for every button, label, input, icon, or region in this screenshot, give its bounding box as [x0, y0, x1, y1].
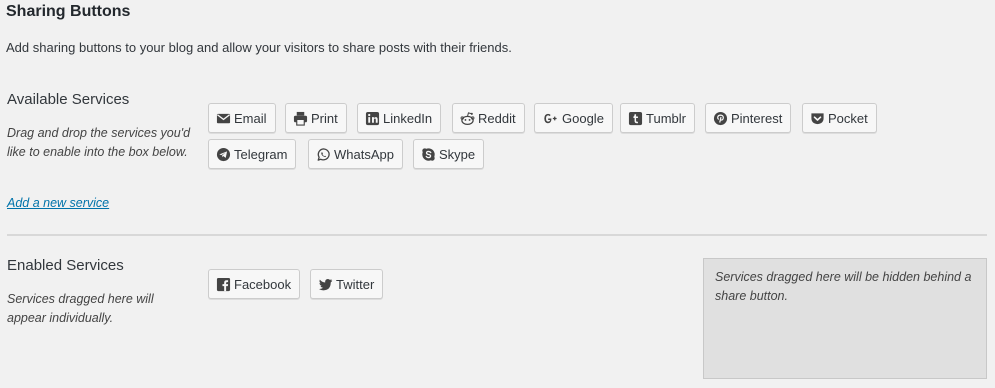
- service-twitter-button[interactable]: Twitter: [310, 269, 384, 299]
- service-label: Skype: [439, 146, 476, 162]
- service-reddit-button[interactable]: Reddit: [452, 103, 525, 133]
- service-label: LinkedIn: [383, 110, 433, 126]
- service-label: Reddit: [478, 110, 516, 126]
- service-label: Pinterest: [731, 110, 783, 126]
- hidden-services-dropzone[interactable]: Services dragged here will be hidden beh…: [703, 258, 987, 379]
- printer-icon: [293, 111, 308, 126]
- service-label: Tumblr: [646, 110, 686, 126]
- service-pocket-button[interactable]: Pocket: [802, 103, 877, 133]
- reddit-icon: [460, 111, 475, 126]
- add-new-service-link[interactable]: Add a new service: [7, 196, 109, 210]
- service-label: Google: [562, 110, 604, 126]
- whatsapp-icon: [316, 147, 331, 162]
- pinterest-icon: [713, 111, 728, 126]
- service-google-button[interactable]: Google: [534, 103, 613, 133]
- service-label: WhatsApp: [334, 146, 394, 162]
- linkedin-icon: [365, 111, 380, 126]
- service-skype-button[interactable]: Skype: [413, 139, 485, 169]
- service-label: Pocket: [828, 110, 868, 126]
- service-print-button[interactable]: Print: [285, 103, 347, 133]
- page-description: Add sharing buttons to your blog and all…: [6, 40, 512, 55]
- enabled-services-help: Services dragged here will appear indivi…: [7, 292, 154, 325]
- service-facebook-button[interactable]: Facebook: [208, 269, 301, 299]
- service-label: Twitter: [336, 276, 375, 292]
- available-services-help: Drag and drop the services you'd like to…: [7, 126, 191, 159]
- pocket-icon: [810, 111, 825, 126]
- page-title: Sharing Buttons: [6, 3, 131, 20]
- twitter-icon: [318, 277, 333, 292]
- facebook-icon: [216, 277, 231, 292]
- available-services-heading: Available Services: [7, 91, 130, 108]
- skype-icon: [421, 147, 436, 162]
- service-tumblr-button[interactable]: Tumblr: [620, 103, 695, 133]
- service-email-button[interactable]: Email: [208, 103, 276, 133]
- service-telegram-button[interactable]: Telegram: [208, 139, 297, 169]
- tumblr-icon: [628, 111, 643, 126]
- mail-icon: [216, 111, 231, 126]
- google-plus-icon: [542, 111, 559, 126]
- service-label: Facebook: [234, 276, 292, 292]
- telegram-icon: [216, 147, 231, 162]
- service-label: Print: [311, 110, 338, 126]
- hidden-services-text: Services dragged here will be hidden beh…: [715, 270, 972, 303]
- enabled-services-heading: Enabled Services: [7, 257, 124, 274]
- service-label: Telegram: [234, 146, 288, 162]
- service-linkedin-button[interactable]: LinkedIn: [357, 103, 442, 133]
- service-label: Email: [234, 110, 267, 126]
- service-whatsapp-button[interactable]: WhatsApp: [308, 139, 403, 169]
- service-pinterest-button[interactable]: Pinterest: [705, 103, 792, 133]
- section-divider: [7, 234, 987, 236]
